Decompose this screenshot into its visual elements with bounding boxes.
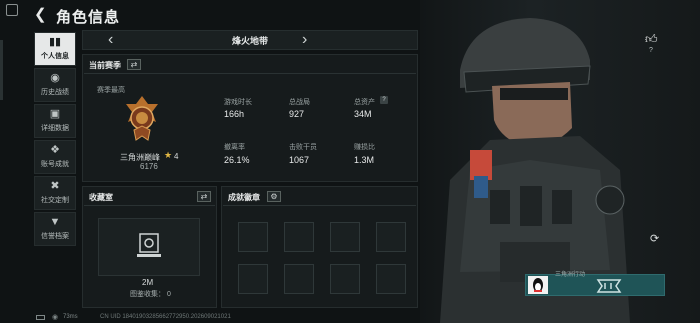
badge-slot[interactable] (376, 222, 406, 252)
swap-icon[interactable]: ⇄ (127, 59, 141, 70)
rank-score: 6176 (140, 162, 158, 171)
collection-vault-icon (137, 233, 161, 257)
settings-icon[interactable]: ⚙ (267, 191, 281, 202)
data-icon: ▣ (49, 108, 61, 120)
stat-label-playtime: 游戏时长 (224, 99, 252, 106)
rank-level: 4 (174, 152, 179, 161)
stat-label-total-matches: 总战局 (289, 99, 310, 106)
collection-title: 收藏室 (89, 193, 113, 202)
like-count: ? (649, 47, 653, 54)
star-icon: ★ (164, 150, 173, 160)
badge-slot[interactable] (330, 222, 360, 252)
chevron-left-icon[interactable]: ‹ (108, 30, 113, 50)
panel-divider (84, 205, 215, 206)
battery-icon (36, 315, 45, 320)
swap-icon[interactable]: ⇄ (197, 191, 211, 202)
page-title: 角色信息 (56, 9, 121, 26)
nav-item-personal-info[interactable]: ▮▮ 个人信息 (34, 32, 76, 66)
window-icon[interactable] (6, 4, 18, 16)
nav-item-history[interactable]: ◉ 历史战绩 (34, 68, 76, 102)
stat-value-total-matches: 927 (289, 109, 305, 119)
stat-label-total-assets: 总资产 (354, 99, 375, 106)
collection-progress: 图鉴收集： 0 (130, 291, 171, 298)
bar-chart-icon: ▮▮ (48, 36, 62, 48)
stat-value-total-assets: 34M (354, 109, 372, 119)
badge-slot[interactable] (330, 264, 360, 294)
achievement-icon: ❖ (50, 144, 60, 156)
nav-item-details[interactable]: ▣ 详细数据 (34, 104, 76, 138)
history-icon: ◉ (50, 72, 60, 84)
nav-item-achievements[interactable]: ❖ 账号成就 (34, 140, 76, 174)
shield-icon: ▼ (49, 216, 61, 228)
season-title: 当前赛季 (89, 61, 121, 70)
brand-logo-icon (596, 279, 622, 293)
stat-label-operators-defeated: 击败干员 (289, 144, 317, 151)
nav-edge (0, 40, 3, 100)
rotate-icon[interactable]: ⟳ (650, 232, 659, 245)
chevron-right-icon[interactable]: › (302, 30, 307, 50)
back-icon[interactable]: ❮ (34, 7, 47, 22)
panel-divider (223, 205, 416, 206)
stat-value-extraction-rate: 26.1% (224, 155, 250, 165)
ping-value: 73ms (63, 314, 78, 320)
rank-emblem-icon (126, 96, 158, 141)
stat-value-playtime: 166h (224, 109, 245, 119)
uid-text: CN UID 18401903285662772950.202609021021 (100, 314, 231, 320)
badge-slot[interactable] (284, 264, 314, 294)
nav-item-social[interactable]: ✖ 社交定制 (34, 176, 76, 210)
badge-slot[interactable] (284, 222, 314, 252)
badge-slot[interactable] (376, 264, 406, 294)
tools-icon: ✖ (50, 180, 60, 192)
nav-item-reputation[interactable]: ▼ 信誉档案 (34, 212, 76, 246)
badge-slot[interactable] (238, 264, 268, 294)
stat-value-profit-loss: 1.3M (354, 155, 375, 165)
top-bar: ❮ 角色信息 (0, 0, 440, 30)
badge-slot[interactable] (238, 222, 268, 252)
help-icon[interactable]: ? (380, 96, 388, 104)
season-best-label: 赛季最高 (97, 87, 125, 94)
panel-divider (84, 73, 416, 74)
wifi-icon: ◉ (52, 314, 59, 321)
map-name: 烽火地带 (232, 36, 269, 46)
collection-count: 2M (142, 278, 154, 287)
stat-value-operators-defeated: 1067 (289, 155, 310, 165)
penguin-icon (533, 278, 543, 292)
stat-label-profit-loss: 赚损比 (354, 144, 375, 151)
badge-title: 成就徽章 (228, 193, 260, 202)
thumbs-up-icon[interactable]: 👍︎ (645, 32, 658, 47)
id-name: 三角洲行动 (555, 272, 586, 278)
stat-label-extraction-rate: 撤离率 (224, 144, 245, 151)
